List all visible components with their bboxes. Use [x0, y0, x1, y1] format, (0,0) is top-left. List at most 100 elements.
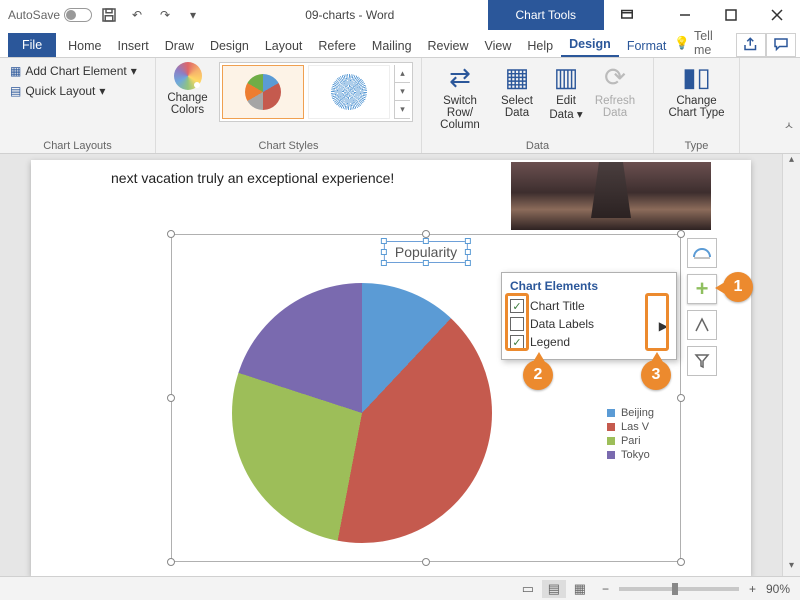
edit-data-button[interactable]: ▥Edit Data ▾ — [544, 62, 588, 121]
comments-button[interactable] — [766, 33, 796, 57]
resize-handle[interactable] — [167, 558, 175, 566]
chart-styles-button[interactable] — [687, 310, 717, 340]
select-data-icon: ▦ — [505, 62, 530, 93]
vertical-scrollbar[interactable]: ▴ ▾ — [782, 154, 800, 576]
tab-view[interactable]: View — [477, 35, 520, 57]
chart-style-2[interactable] — [308, 65, 390, 119]
refresh-data-button: ⟳Refresh Data — [590, 62, 640, 119]
switch-row-column-button[interactable]: ⇄Switch Row/ Column — [430, 62, 490, 131]
save-icon[interactable] — [98, 4, 120, 26]
checkbox-checked-icon[interactable]: ✓ — [510, 335, 524, 349]
document-area: next vacation truly an exceptional exper… — [0, 154, 800, 576]
tab-review[interactable]: Review — [420, 35, 477, 57]
ribbon: ▦Add Chart Element▾ ▤Quick Layout▾ Chart… — [0, 58, 800, 154]
tutorial-callout-2: 2 — [523, 360, 553, 390]
chart-elements-option-title[interactable]: ✓Chart Title — [510, 297, 668, 315]
pie-chart[interactable] — [232, 283, 492, 543]
tab-chart-format[interactable]: Format — [619, 35, 675, 57]
tab-mailings[interactable]: Mailing — [364, 35, 420, 57]
chart-elements-option-data-labels[interactable]: Data Labels — [510, 315, 668, 333]
zoom-out-button[interactable]: − — [602, 582, 609, 596]
palette-icon — [174, 62, 202, 90]
customize-qat-icon[interactable]: ▾ — [182, 4, 204, 26]
zoom-in-button[interactable]: + — [749, 582, 756, 596]
chart-elements-option-legend[interactable]: ✓Legend — [510, 333, 668, 351]
resize-handle[interactable] — [677, 558, 685, 566]
scroll-up-icon[interactable]: ▴ — [783, 154, 800, 170]
scroll-down-icon[interactable]: ▾ — [783, 560, 800, 576]
title-bar: AutoSave ↶ ↷ ▾ 09-charts - Word Chart To… — [0, 0, 800, 30]
chart-tools-label: Chart Tools — [488, 0, 604, 30]
chevron-down-icon: ▾ — [131, 64, 137, 78]
submenu-arrow-icon[interactable]: ▶ — [659, 319, 668, 333]
group-label-type: Type — [662, 139, 731, 153]
collapse-ribbon-icon[interactable]: ㅅ — [784, 117, 794, 133]
edit-data-icon: ▥ — [554, 62, 579, 93]
gallery-up-icon[interactable]: ▴ — [395, 65, 410, 83]
refresh-icon: ⟳ — [604, 62, 626, 93]
chart-style-1[interactable] — [222, 65, 304, 119]
quick-layout-icon: ▤ — [10, 84, 21, 98]
select-data-button[interactable]: ▦Select Data — [492, 62, 542, 119]
maximize-button[interactable] — [708, 0, 754, 30]
resize-handle[interactable] — [422, 230, 430, 238]
tab-help[interactable]: Help — [519, 35, 561, 57]
read-mode-button[interactable]: ▭ — [516, 580, 540, 598]
add-chart-element-button[interactable]: ▦Add Chart Element▾ — [8, 62, 139, 80]
page[interactable]: next vacation truly an exceptional exper… — [31, 160, 751, 576]
tab-file[interactable]: File — [8, 33, 56, 57]
undo-icon[interactable]: ↶ — [126, 4, 148, 26]
chart-elements-flyout: Chart Elements ✓Chart Title Data Labels … — [501, 272, 677, 360]
chart-title[interactable]: Popularity — [384, 241, 468, 263]
redo-icon[interactable]: ↷ — [154, 4, 176, 26]
change-chart-type-button[interactable]: ▮▯Change Chart Type — [662, 62, 731, 119]
checkbox-checked-icon[interactable]: ✓ — [510, 299, 524, 313]
switch-icon: ⇄ — [449, 62, 471, 93]
chart-type-icon: ▮▯ — [682, 62, 711, 93]
chart-filters-button[interactable] — [687, 346, 717, 376]
resize-handle[interactable] — [422, 558, 430, 566]
tell-me-search[interactable]: 💡Tell me — [674, 29, 726, 57]
quick-layout-button[interactable]: ▤Quick Layout▾ — [8, 82, 139, 100]
tab-chart-design[interactable]: Design — [561, 33, 619, 57]
change-colors-button[interactable]: Change Colors — [164, 62, 211, 116]
tutorial-callout-1: 1 — [723, 272, 753, 302]
autosave-toggle[interactable]: AutoSave — [8, 8, 92, 22]
tab-insert[interactable]: Insert — [110, 35, 157, 57]
layout-options-button[interactable] — [687, 238, 717, 268]
resize-handle[interactable] — [167, 230, 175, 238]
minimize-button[interactable] — [662, 0, 708, 30]
zoom-slider[interactable] — [619, 587, 739, 591]
share-button[interactable] — [736, 33, 766, 57]
tab-layout[interactable]: Layout — [257, 35, 311, 57]
print-layout-button[interactable]: ▤ — [542, 580, 566, 598]
lightbulb-icon: 💡 — [674, 36, 690, 51]
checkbox-unchecked-icon[interactable] — [510, 317, 524, 331]
group-label-chart-styles: Chart Styles — [164, 139, 413, 153]
add-chart-element-icon: ▦ — [10, 64, 21, 78]
chart-style-gallery[interactable]: ▴▾▾ — [219, 62, 413, 122]
tutorial-callout-3: 3 — [641, 360, 671, 390]
resize-handle[interactable] — [677, 230, 685, 238]
document-image[interactable] — [511, 162, 711, 230]
zoom-level[interactable]: 90% — [766, 582, 790, 596]
resize-handle[interactable] — [167, 394, 175, 402]
tab-design[interactable]: Design — [202, 35, 257, 57]
window-title: 09-charts - Word — [212, 8, 487, 22]
tab-home[interactable]: Home — [60, 35, 109, 57]
chevron-down-icon: ▾ — [99, 84, 105, 98]
chart-elements-button[interactable]: + — [687, 274, 717, 304]
resize-handle[interactable] — [677, 394, 685, 402]
gallery-more-icon[interactable]: ▾ — [395, 101, 410, 119]
status-bar: ▭ ▤ ▦ − + 90% — [0, 576, 800, 600]
flyout-header: Chart Elements — [510, 279, 668, 293]
chart-legend[interactable]: Beijing Las V Pari Tokyo — [607, 405, 654, 463]
web-layout-button[interactable]: ▦ — [568, 580, 592, 598]
close-button[interactable] — [754, 0, 800, 30]
ribbon-tabs: File Home Insert Draw Design Layout Refe… — [0, 30, 800, 58]
gallery-down-icon[interactable]: ▾ — [395, 83, 410, 101]
chevron-down-icon: ▾ — [577, 109, 583, 121]
ribbon-display-icon[interactable] — [604, 0, 650, 30]
tab-draw[interactable]: Draw — [157, 35, 202, 57]
tab-references[interactable]: Refere — [310, 35, 364, 57]
